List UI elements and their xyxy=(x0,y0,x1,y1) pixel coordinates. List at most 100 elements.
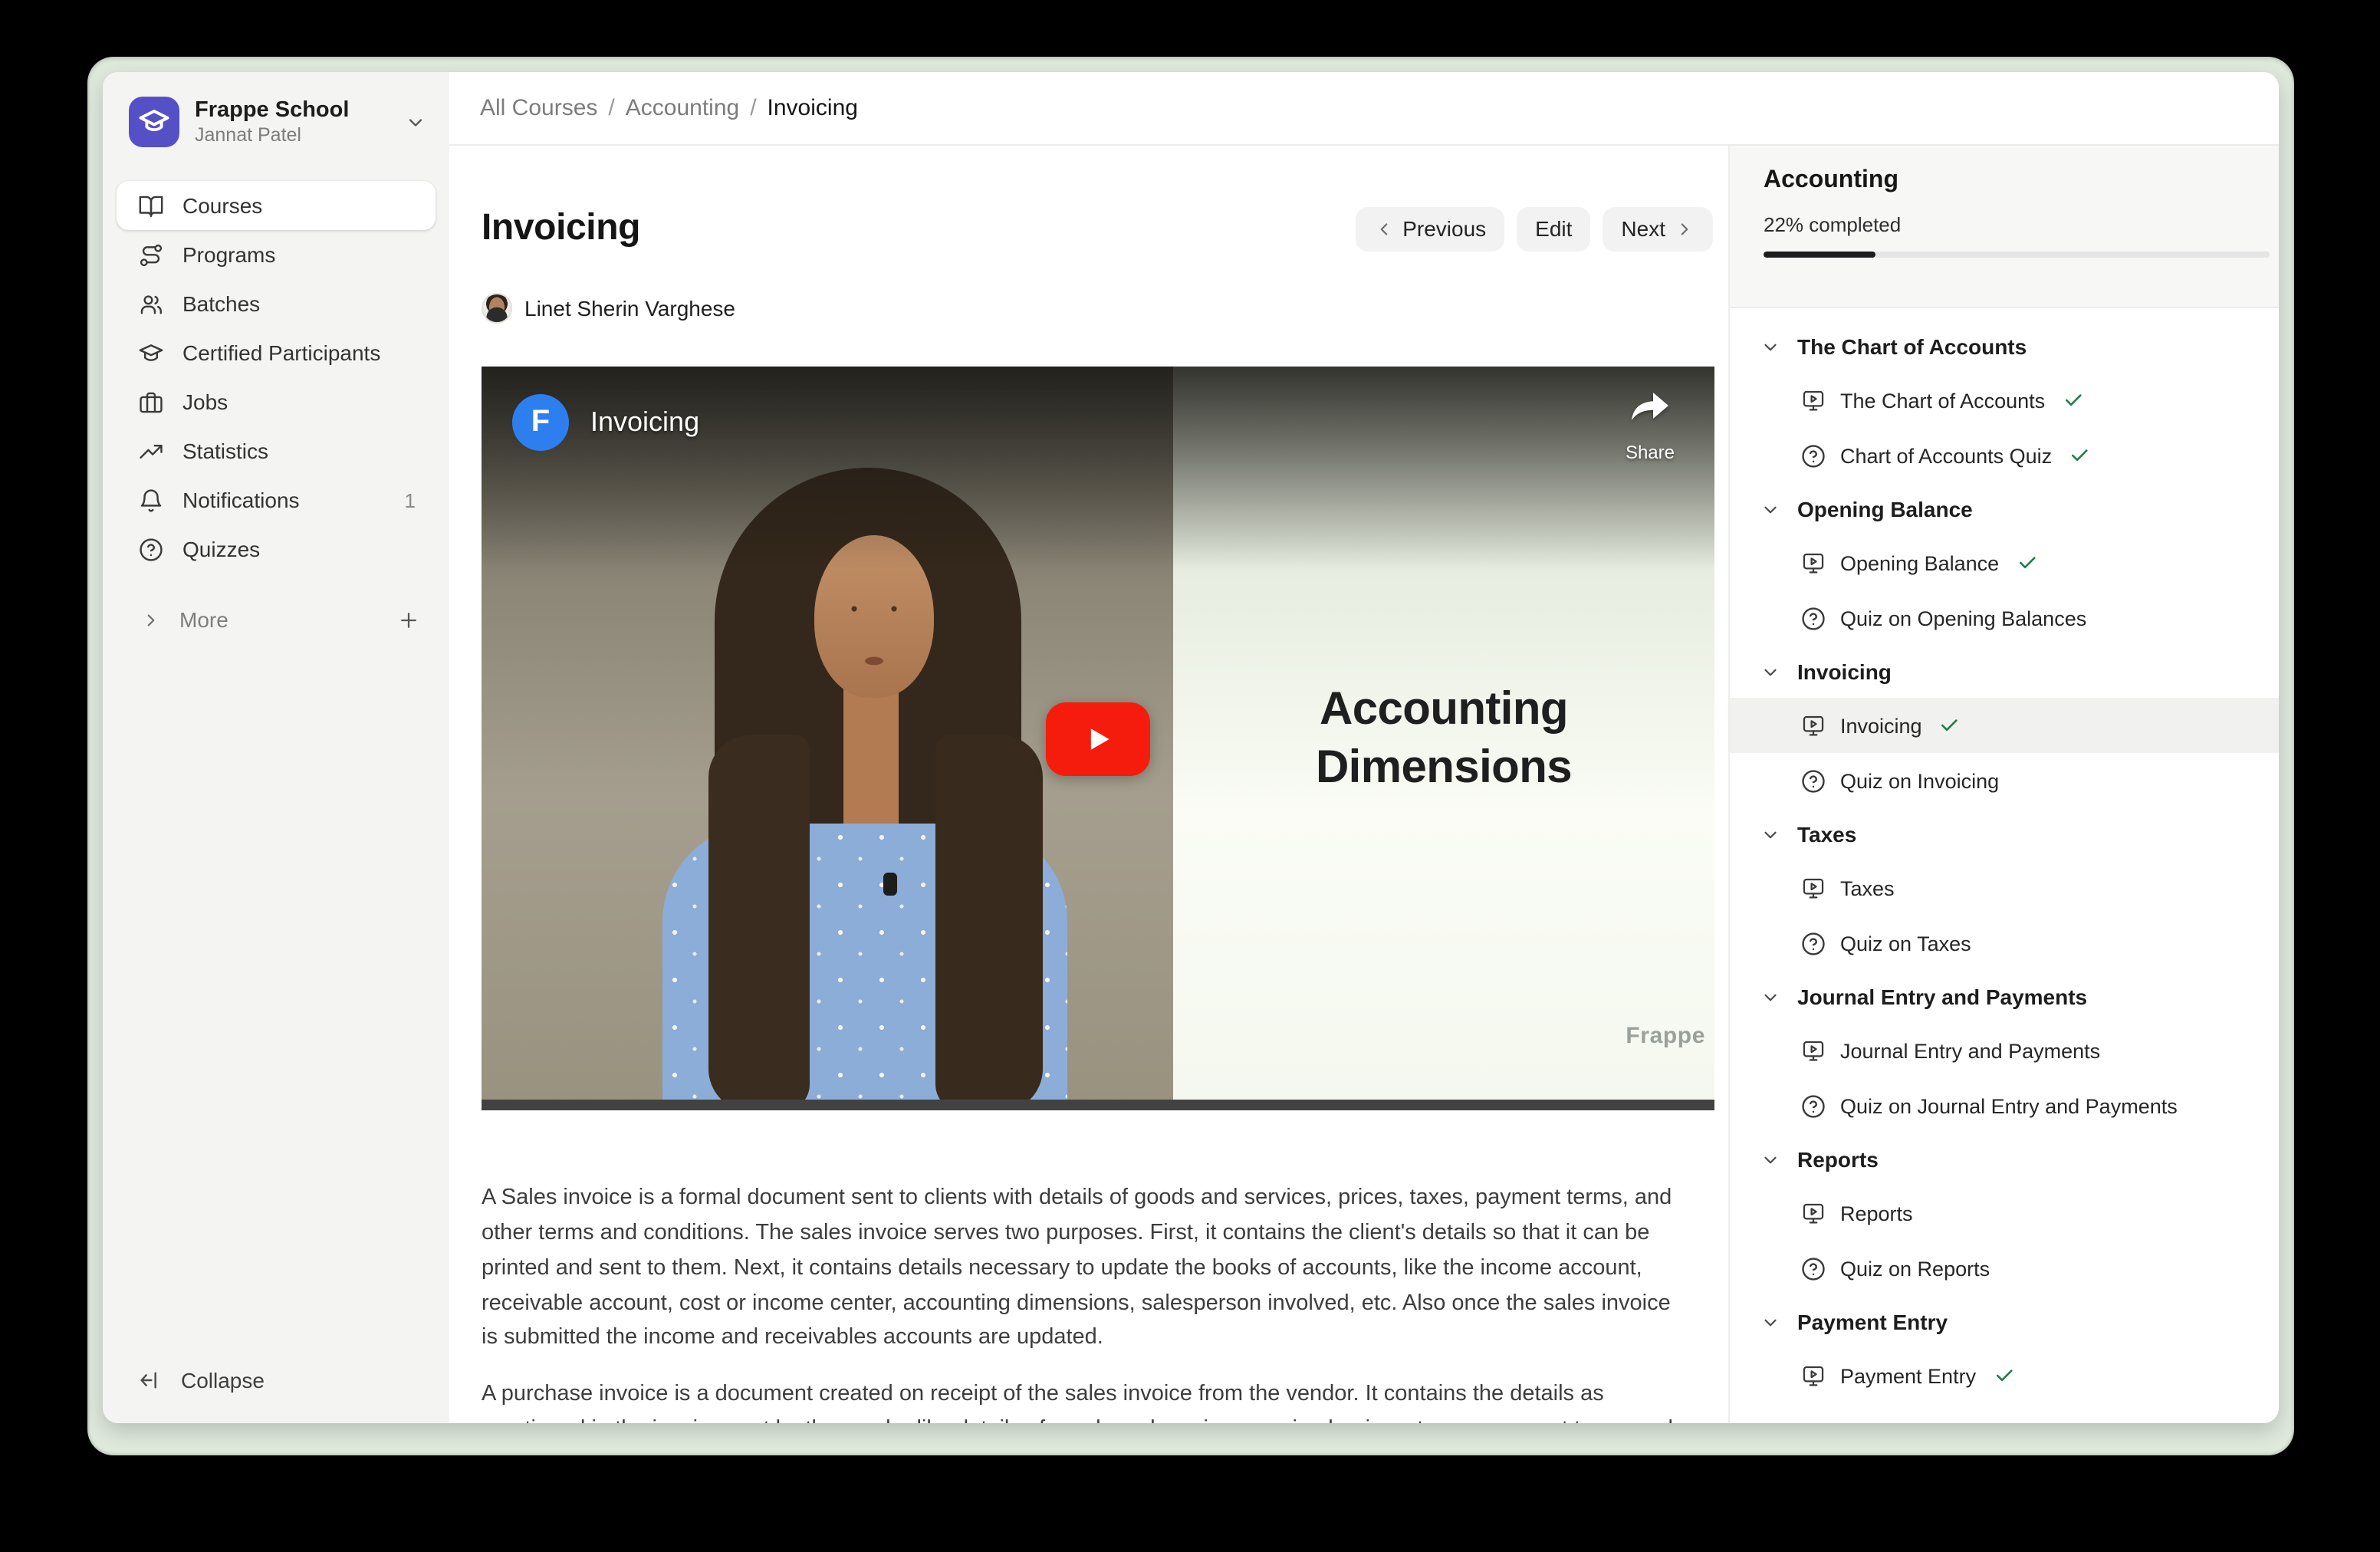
video-progress-strip[interactable] xyxy=(482,1100,1714,1110)
sidebar-item-courses[interactable]: Courses xyxy=(117,181,436,230)
notification-count-badge: 1 xyxy=(405,488,420,511)
lesson-reports[interactable]: Reports xyxy=(1730,1185,2279,1241)
sidebar-item-more[interactable]: More xyxy=(117,597,436,643)
lesson-quiz-on-journal-entry-and-payments[interactable]: Quiz on Journal Entry and Payments xyxy=(1730,1078,2279,1133)
video-watermark: Frappe xyxy=(1626,1023,1705,1049)
lesson-video-icon xyxy=(1800,1200,1826,1226)
breadcrumb: All Courses / Accounting / Invoicing xyxy=(480,95,858,121)
chapter-title: Opening Balance xyxy=(1797,497,1973,521)
quiz-icon xyxy=(1800,605,1826,631)
course-title: Accounting xyxy=(1764,167,2270,195)
chevron-down-icon xyxy=(1760,337,1780,357)
lesson-quiz-on-reports[interactable]: Quiz on Reports xyxy=(1730,1241,2279,1296)
chapter-opening-balance[interactable]: Opening Balance xyxy=(1730,483,2279,535)
edit-button[interactable]: Edit xyxy=(1517,206,1590,251)
chapter-the-chart-of-accounts[interactable]: The Chart of Accounts xyxy=(1730,321,2279,373)
check-icon xyxy=(2062,390,2083,411)
breadcrumb-all-courses[interactable]: All Courses xyxy=(480,95,597,121)
lesson-paragraph: A Sales invoice is a formal document sen… xyxy=(482,1181,1678,1356)
lesson-quiz-on-opening-balances[interactable]: Quiz on Opening Balances xyxy=(1730,590,2279,646)
main-area: All Courses / Accounting / Invoicing Inv… xyxy=(449,72,2279,1423)
channel-avatar[interactable]: F xyxy=(512,394,569,451)
page-title: Invoicing xyxy=(482,207,640,250)
route-icon xyxy=(138,242,164,268)
previous-button[interactable]: Previous xyxy=(1355,206,1504,251)
lesson-title: Payment Entry xyxy=(1840,1364,1976,1387)
chevron-down-icon xyxy=(1760,1149,1780,1169)
chapter-journal-entry-and-payments[interactable]: Journal Entry and Payments xyxy=(1730,971,2279,1023)
school-name: Frappe School xyxy=(195,97,390,123)
sidebar-item-label: Certified Participants xyxy=(182,340,420,365)
lesson-video-icon xyxy=(1800,875,1826,901)
chapter-payment-entry[interactable]: Payment Entry xyxy=(1730,1296,2279,1348)
chapter-invoicing[interactable]: Invoicing xyxy=(1730,646,2279,698)
lesson-quiz-on-taxes[interactable]: Quiz on Taxes xyxy=(1730,916,2279,971)
lesson-the-chart-of-accounts[interactable]: The Chart of Accounts xyxy=(1730,373,2279,428)
school-logo xyxy=(129,97,179,147)
sidebar-item-jobs[interactable]: Jobs xyxy=(117,377,436,426)
breadcrumb-accounting[interactable]: Accounting xyxy=(626,95,739,121)
sidebar: Frappe School Jannat Patel CoursesProgra… xyxy=(103,72,449,1423)
chevron-down-icon xyxy=(1760,662,1780,682)
help-circle-icon xyxy=(138,536,164,562)
chevron-down-icon xyxy=(1760,499,1780,519)
graduation-cap-icon xyxy=(138,106,170,138)
share-icon xyxy=(1630,391,1670,425)
share-button[interactable]: Share xyxy=(1626,391,1675,463)
sidebar-item-batches[interactable]: Batches xyxy=(117,279,436,328)
breadcrumb-bar: All Courses / Accounting / Invoicing xyxy=(449,72,2279,146)
plus-icon[interactable] xyxy=(397,608,420,631)
lesson-title: Quiz on Invoicing xyxy=(1840,769,1999,792)
screen: Frappe School Jannat Patel CoursesProgra… xyxy=(0,0,2380,1552)
lesson-title: Invoicing xyxy=(1840,714,1922,737)
play-icon xyxy=(1081,722,1115,755)
sidebar-item-label: Statistics xyxy=(182,439,420,463)
sidebar-item-notifications[interactable]: Notifications1 xyxy=(117,475,436,524)
lesson-title: Quiz on Opening Balances xyxy=(1840,607,2086,630)
lesson-title: Opening Balance xyxy=(1840,551,1999,574)
sidebar-item-statistics[interactable]: Statistics xyxy=(117,426,436,475)
lesson-invoicing[interactable]: Invoicing xyxy=(1730,698,2279,753)
lesson-nav-buttons: Previous Edit Next xyxy=(1355,206,1713,251)
next-button[interactable]: Next xyxy=(1603,206,1713,251)
chapter-title: Taxes xyxy=(1797,822,1856,847)
quiz-icon xyxy=(1800,442,1826,469)
sidebar-item-programs[interactable]: Programs xyxy=(117,230,436,279)
chapter-taxes[interactable]: Taxes xyxy=(1730,808,2279,860)
video-title[interactable]: Invoicing xyxy=(590,406,699,439)
chapter-reports[interactable]: Reports xyxy=(1730,1133,2279,1185)
collapse-icon xyxy=(138,1368,163,1393)
lesson-chart-of-accounts-quiz[interactable]: Chart of Accounts Quiz xyxy=(1730,428,2279,483)
sidebar-nav: CoursesPrograms Batches Certified Particip… xyxy=(117,181,436,574)
chevron-down-icon xyxy=(1760,824,1780,844)
chevron-left-icon xyxy=(1373,219,1393,238)
collapse-sidebar-button[interactable]: Collapse xyxy=(117,1356,436,1405)
video-player[interactable]: Accounting Dimensions F Invoicing Share xyxy=(482,367,1714,1110)
lesson-paragraph: A purchase invoice is a document created… xyxy=(482,1377,1678,1423)
chapter-title: Reports xyxy=(1797,1147,1879,1172)
chapter-title: Invoicing xyxy=(1797,659,1892,684)
author-avatar xyxy=(482,293,512,324)
user-name: Jannat Patel xyxy=(195,123,390,146)
sidebar-item-label: Batches xyxy=(182,291,420,316)
check-icon xyxy=(1993,1365,2014,1386)
school-switcher[interactable]: Frappe School Jannat Patel xyxy=(117,90,436,153)
book-open-icon xyxy=(138,192,164,219)
lesson-taxes[interactable]: Taxes xyxy=(1730,860,2279,916)
lesson-quiz-on-invoicing[interactable]: Quiz on Invoicing xyxy=(1730,753,2279,808)
lesson-opening-balance[interactable]: Opening Balance xyxy=(1730,535,2279,590)
course-outline-panel: Accounting 22% completed The Chart of Ac… xyxy=(1728,146,2279,1423)
lesson-journal-entry-and-payments[interactable]: Journal Entry and Payments xyxy=(1730,1023,2279,1078)
lesson-title: Taxes xyxy=(1840,876,1895,899)
microphone xyxy=(883,873,897,896)
progress-label: 22% completed xyxy=(1764,213,2270,236)
lesson-payment-entry[interactable]: Payment Entry xyxy=(1730,1348,2279,1403)
sidebar-item-certified-participants[interactable]: Certified Participants xyxy=(117,328,436,377)
lesson-title: Journal Entry and Payments xyxy=(1840,1039,2100,1062)
chapter-title: The Chart of Accounts xyxy=(1797,334,2027,359)
lesson-title: The Chart of Accounts xyxy=(1840,389,2045,412)
sidebar-item-quizzes[interactable]: Quizzes xyxy=(117,524,436,574)
quiz-icon xyxy=(1800,768,1826,794)
trending-up-icon xyxy=(138,438,164,464)
play-button[interactable] xyxy=(1046,702,1150,775)
